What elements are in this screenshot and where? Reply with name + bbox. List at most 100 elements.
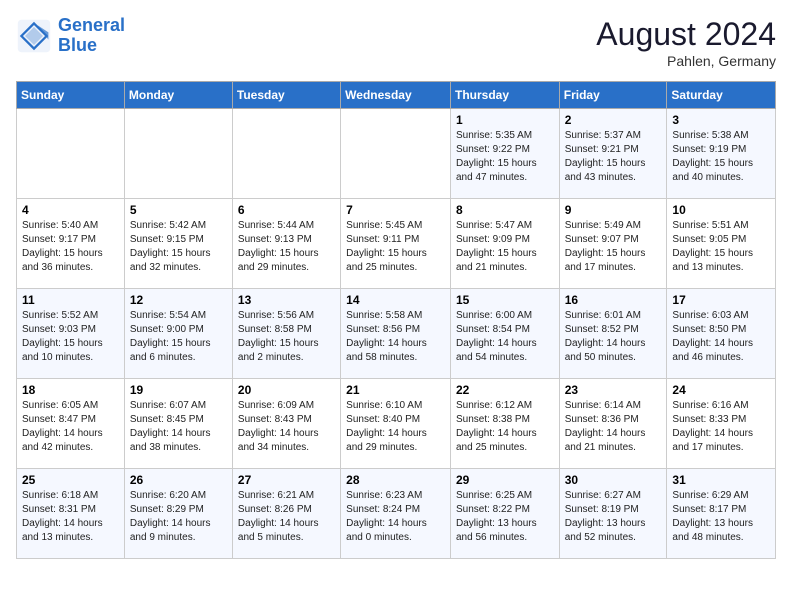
calendar-cell: 18 Sunrise: 6:05 AMSunset: 8:47 PMDayligh… xyxy=(17,379,125,469)
day-info: Sunrise: 6:05 AMSunset: 8:47 PMDaylight:… xyxy=(22,399,119,455)
day-info: Sunrise: 5:52 AMSunset: 9:03 PMDaylight:… xyxy=(22,309,119,365)
weekday-header-wednesday: Wednesday xyxy=(341,82,451,109)
day-info: Sunrise: 5:45 AMSunset: 9:11 PMDaylight:… xyxy=(346,219,445,275)
calendar-cell: 21 Sunrise: 6:10 AMSunset: 8:40 PMDayligh… xyxy=(341,379,451,469)
day-number: 28 xyxy=(346,473,445,487)
day-info: Sunrise: 6:12 AMSunset: 8:38 PMDaylight:… xyxy=(456,399,554,455)
day-info: Sunrise: 6:23 AMSunset: 8:24 PMDaylight:… xyxy=(346,489,445,545)
weekday-header-row: SundayMondayTuesdayWednesdayThursdayFrid… xyxy=(17,82,776,109)
day-info: Sunrise: 5:49 AMSunset: 9:07 PMDaylight:… xyxy=(565,219,662,275)
logo-text: General Blue xyxy=(58,16,125,56)
day-number: 4 xyxy=(22,203,119,217)
day-info: Sunrise: 6:07 AMSunset: 8:45 PMDaylight:… xyxy=(130,399,227,455)
day-number: 22 xyxy=(456,383,554,397)
calendar-cell: 30 Sunrise: 6:27 AMSunset: 8:19 PMDayligh… xyxy=(559,469,667,559)
calendar-cell: 7 Sunrise: 5:45 AMSunset: 9:11 PMDaylight… xyxy=(341,199,451,289)
day-info: Sunrise: 5:47 AMSunset: 9:09 PMDaylight:… xyxy=(456,219,554,275)
day-number: 31 xyxy=(672,473,770,487)
calendar-cell: 27Sunrise: 6:21 AMSunset: 8:26 PMDayligh… xyxy=(232,469,340,559)
day-number: 29 xyxy=(456,473,554,487)
day-number: 26 xyxy=(130,473,227,487)
calendar-cell xyxy=(124,109,232,199)
day-info: Sunrise: 5:56 AMSunset: 8:58 PMDaylight:… xyxy=(238,309,335,365)
calendar-cell xyxy=(341,109,451,199)
calendar-cell: 20Sunrise: 6:09 AMSunset: 8:43 PMDayligh… xyxy=(232,379,340,469)
day-info: Sunrise: 6:14 AMSunset: 8:36 PMDaylight:… xyxy=(565,399,662,455)
calendar-week-1: 1Sunrise: 5:35 AMSunset: 9:22 PMDaylight… xyxy=(17,109,776,199)
day-number: 3 xyxy=(672,113,770,127)
day-number: 20 xyxy=(238,383,335,397)
day-number: 23 xyxy=(565,383,662,397)
weekday-header-saturday: Saturday xyxy=(667,82,776,109)
calendar-cell: 29 Sunrise: 6:25 AMSunset: 8:22 PMDayligh… xyxy=(450,469,559,559)
day-number: 17 xyxy=(672,293,770,307)
calendar-week-2: 4 Sunrise: 5:40 AMSunset: 9:17 PMDaylight… xyxy=(17,199,776,289)
calendar-cell: 22 Sunrise: 6:12 AMSunset: 8:38 PMDayligh… xyxy=(450,379,559,469)
calendar-cell: 24Sunrise: 6:16 AMSunset: 8:33 PMDayligh… xyxy=(667,379,776,469)
month-year: August 2024 xyxy=(596,16,776,53)
location: Pahlen, Germany xyxy=(596,53,776,69)
day-info: Sunrise: 6:16 AMSunset: 8:33 PMDaylight:… xyxy=(672,399,770,455)
calendar-cell: 1Sunrise: 5:35 AMSunset: 9:22 PMDaylight… xyxy=(450,109,559,199)
calendar-cell: 14Sunrise: 5:58 AMSunset: 8:56 PMDayligh… xyxy=(341,289,451,379)
day-info: Sunrise: 5:38 AMSunset: 9:19 PMDaylight:… xyxy=(672,129,770,185)
calendar-body: 1Sunrise: 5:35 AMSunset: 9:22 PMDaylight… xyxy=(17,109,776,559)
calendar-cell: 16Sunrise: 6:01 AMSunset: 8:52 PMDayligh… xyxy=(559,289,667,379)
calendar-cell: 19 Sunrise: 6:07 AMSunset: 8:45 PMDayligh… xyxy=(124,379,232,469)
calendar-cell: 15Sunrise: 6:00 AMSunset: 8:54 PMDayligh… xyxy=(450,289,559,379)
logo-icon xyxy=(16,18,52,54)
weekday-header-sunday: Sunday xyxy=(17,82,125,109)
calendar-cell xyxy=(17,109,125,199)
calendar-week-5: 25 Sunrise: 6:18 AMSunset: 8:31 PMDayligh… xyxy=(17,469,776,559)
calendar-header: SundayMondayTuesdayWednesdayThursdayFrid… xyxy=(17,82,776,109)
weekday-header-monday: Monday xyxy=(124,82,232,109)
calendar-cell: 13Sunrise: 5:56 AMSunset: 8:58 PMDayligh… xyxy=(232,289,340,379)
day-info: Sunrise: 5:42 AMSunset: 9:15 PMDaylight:… xyxy=(130,219,227,275)
day-number: 12 xyxy=(130,293,227,307)
day-number: 1 xyxy=(456,113,554,127)
day-number: 5 xyxy=(130,203,227,217)
day-info: Sunrise: 6:27 AMSunset: 8:19 PMDaylight:… xyxy=(565,489,662,545)
day-number: 21 xyxy=(346,383,445,397)
calendar-cell xyxy=(232,109,340,199)
calendar-cell: 23 Sunrise: 6:14 AMSunset: 8:36 PMDayligh… xyxy=(559,379,667,469)
day-number: 9 xyxy=(565,203,662,217)
logo-line2: Blue xyxy=(58,35,97,55)
calendar-cell: 3 Sunrise: 5:38 AMSunset: 9:19 PMDaylight… xyxy=(667,109,776,199)
calendar-cell: 5 Sunrise: 5:42 AMSunset: 9:15 PMDaylight… xyxy=(124,199,232,289)
day-number: 8 xyxy=(456,203,554,217)
calendar-cell: 4 Sunrise: 5:40 AMSunset: 9:17 PMDaylight… xyxy=(17,199,125,289)
day-number: 16 xyxy=(565,293,662,307)
day-number: 2 xyxy=(565,113,662,127)
day-number: 18 xyxy=(22,383,119,397)
day-number: 14 xyxy=(346,293,445,307)
day-info: Sunrise: 6:29 AMSunset: 8:17 PMDaylight:… xyxy=(672,489,770,545)
calendar-cell: 25 Sunrise: 6:18 AMSunset: 8:31 PMDayligh… xyxy=(17,469,125,559)
calendar-cell: 17 Sunrise: 6:03 AMSunset: 8:50 PMDayligh… xyxy=(667,289,776,379)
day-info: Sunrise: 6:03 AMSunset: 8:50 PMDaylight:… xyxy=(672,309,770,365)
calendar-cell: 2Sunrise: 5:37 AMSunset: 9:21 PMDaylight… xyxy=(559,109,667,199)
calendar-cell: 6Sunrise: 5:44 AMSunset: 9:13 PMDaylight… xyxy=(232,199,340,289)
day-number: 6 xyxy=(238,203,335,217)
title-block: August 2024 Pahlen, Germany xyxy=(596,16,776,69)
calendar-week-3: 11 Sunrise: 5:52 AMSunset: 9:03 PMDayligh… xyxy=(17,289,776,379)
day-info: Sunrise: 6:21 AMSunset: 8:26 PMDaylight:… xyxy=(238,489,335,545)
calendar-cell: 31 Sunrise: 6:29 AMSunset: 8:17 PMDayligh… xyxy=(667,469,776,559)
page-header: General Blue August 2024 Pahlen, Germany xyxy=(16,16,776,69)
day-number: 7 xyxy=(346,203,445,217)
day-info: Sunrise: 6:10 AMSunset: 8:40 PMDaylight:… xyxy=(346,399,445,455)
day-number: 19 xyxy=(130,383,227,397)
calendar-cell: 11 Sunrise: 5:52 AMSunset: 9:03 PMDayligh… xyxy=(17,289,125,379)
day-number: 25 xyxy=(22,473,119,487)
day-number: 30 xyxy=(565,473,662,487)
calendar-cell: 10Sunrise: 5:51 AMSunset: 9:05 PMDayligh… xyxy=(667,199,776,289)
weekday-header-thursday: Thursday xyxy=(450,82,559,109)
logo-line1: General xyxy=(58,15,125,35)
calendar-cell: 12Sunrise: 5:54 AMSunset: 9:00 PMDayligh… xyxy=(124,289,232,379)
calendar-cell: 9 Sunrise: 5:49 AMSunset: 9:07 PMDaylight… xyxy=(559,199,667,289)
day-number: 10 xyxy=(672,203,770,217)
day-number: 11 xyxy=(22,293,119,307)
day-info: Sunrise: 5:40 AMSunset: 9:17 PMDaylight:… xyxy=(22,219,119,275)
day-info: Sunrise: 6:25 AMSunset: 8:22 PMDaylight:… xyxy=(456,489,554,545)
day-info: Sunrise: 6:18 AMSunset: 8:31 PMDaylight:… xyxy=(22,489,119,545)
